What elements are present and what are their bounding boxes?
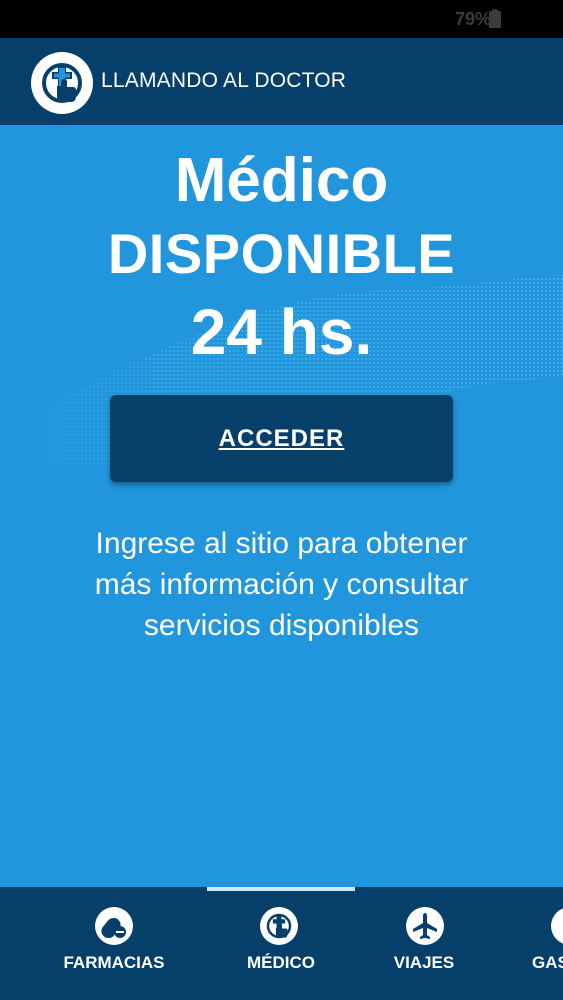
main-content: Médico DISPONIBLE 24 hs. ACCEDER Ingrese… — [0, 125, 563, 887]
bottom-navigation: FARMACIAS MÉDICO VIAJES GAS — [0, 887, 563, 1000]
nav-label-gas: GAS — [532, 953, 563, 972]
app-title: LLAMANDO AL DOCTOR — [101, 69, 347, 92]
access-button[interactable]: ACCEDER — [110, 395, 453, 482]
description-text: Ingrese al sitio para obtener más inform… — [94, 527, 469, 642]
headline-24hs: 24 hs. — [190, 296, 373, 368]
app-logo[interactable] — [31, 52, 93, 114]
headline-disponible: DISPONIBLE — [107, 222, 456, 285]
nav-item-gas[interactable]: GAS — [515, 887, 563, 1000]
hand-cross-icon — [42, 63, 82, 103]
nav-item-farmacias[interactable]: FARMACIAS — [40, 887, 188, 1000]
pills-icon — [95, 907, 133, 945]
nav-item-viajes[interactable]: VIAJES — [350, 887, 498, 1000]
nav-label-viajes: VIAJES — [393, 953, 455, 972]
status-bar: 79% — [0, 0, 563, 38]
airplane-icon — [406, 907, 444, 945]
hand-cross-icon — [260, 907, 298, 945]
app-bar: LLAMANDO AL DOCTOR — [0, 38, 563, 125]
headline-medico: Médico — [174, 146, 389, 215]
nav-item-medico[interactable]: MÉDICO — [207, 887, 355, 1000]
nav-label-farmacias: FARMACIAS — [63, 953, 165, 972]
gas-icon — [551, 907, 563, 945]
nav-label-medico: MÉDICO — [247, 953, 315, 972]
battery-icon — [489, 9, 501, 28]
battery-level: 79% — [454, 9, 491, 29]
